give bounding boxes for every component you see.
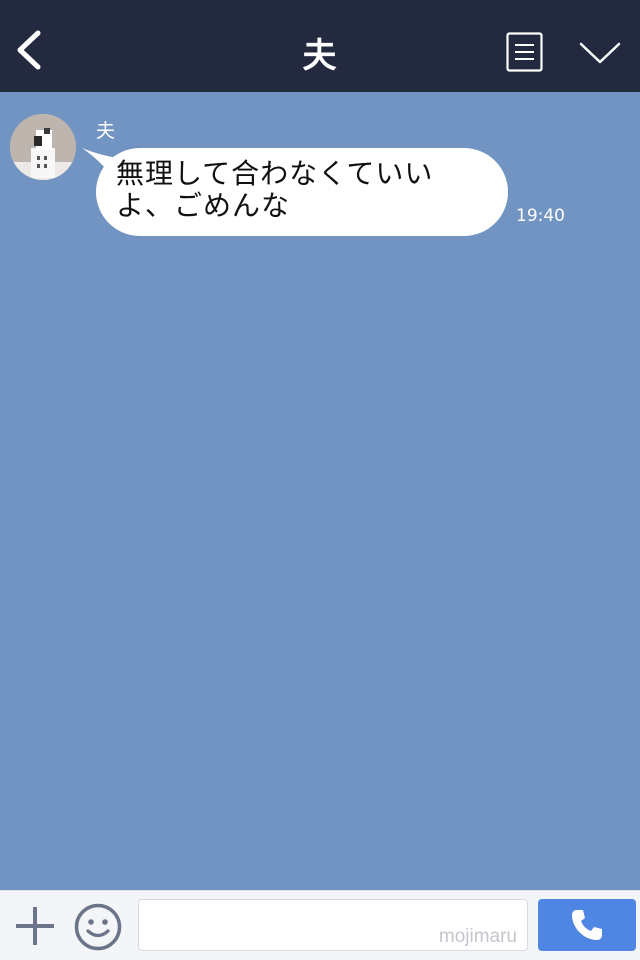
emoji-icon[interactable] <box>74 903 122 951</box>
avatar[interactable] <box>10 114 76 180</box>
message-input[interactable]: mojimaru <box>138 899 528 951</box>
message-text: 無理して合わなくていいよ、ごめんな <box>96 148 508 236</box>
sender-name: 夫 <box>96 120 116 142</box>
header-bar: 夫 <box>0 0 640 92</box>
chevron-down-icon[interactable] <box>578 40 622 66</box>
chat-title: 夫 <box>302 36 338 76</box>
watermark-text: mojimaru <box>438 926 517 947</box>
message-time: 19:40 <box>516 206 565 226</box>
plus-icon[interactable] <box>14 905 56 947</box>
phone-icon <box>572 910 602 940</box>
call-button[interactable] <box>538 899 636 951</box>
input-bar: mojimaru <box>0 890 640 960</box>
avatar-image <box>10 114 76 180</box>
message-list[interactable]: 夫 無理して合わなくていいよ、ごめんな 19:40 <box>0 92 640 890</box>
notes-icon[interactable] <box>506 32 543 72</box>
